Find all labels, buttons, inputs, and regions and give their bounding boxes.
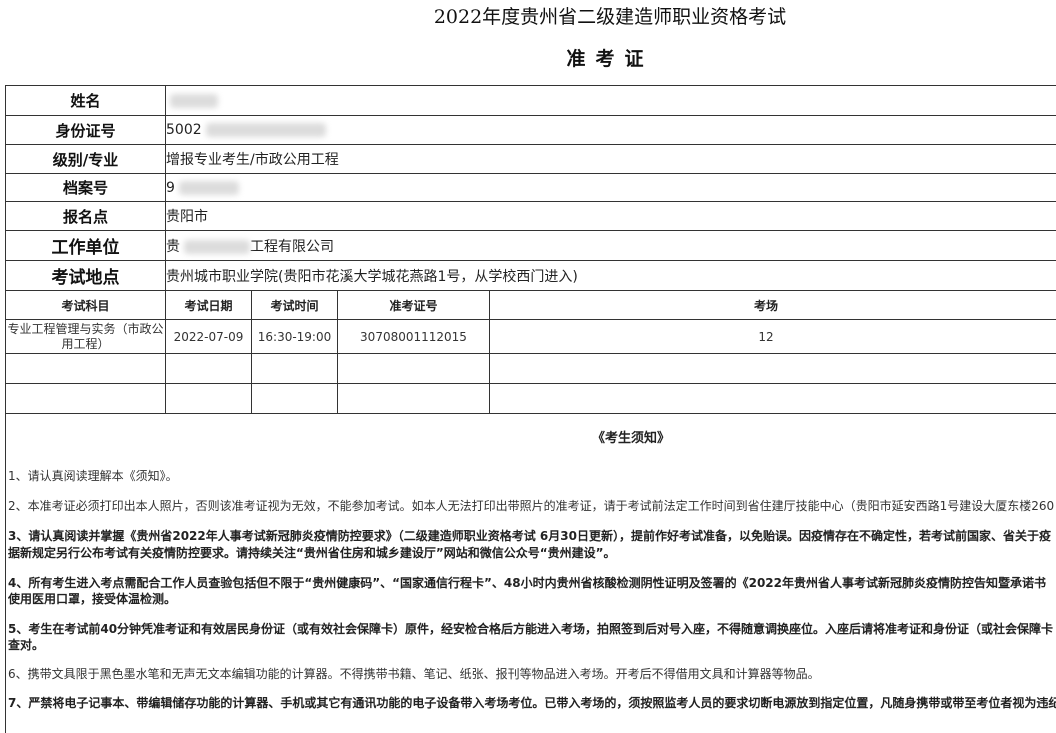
exam-ticket-number: 30708001112015: [338, 320, 490, 354]
redaction-mask: [206, 123, 326, 137]
site-value: 贵阳市: [166, 202, 1056, 231]
table-row: 专业工程管理与实务（市政公用工程） 2022-07-09 16:30-19:00…: [6, 320, 1056, 354]
notice-title: 《考生须知》: [6, 427, 1056, 446]
redaction-mask: [170, 94, 218, 108]
document-title: 2022年度贵州省二级建造师职业资格考试: [0, 2, 1056, 29]
notice-section: 《考生须知》 1、请认真阅读理解本《须知》。 2、本准考证必须打印出本人照片，否…: [5, 413, 1056, 733]
row-file: 档案号 9: [6, 174, 1056, 202]
notice-item: 4、所有考生进入考点需配合工作人员查验包括但不限于“贵州健康码”、“国家通信行程…: [8, 575, 1056, 592]
col-date-header: 考试日期: [166, 291, 252, 320]
name-label: 姓名: [6, 86, 166, 116]
notice-item: 3、请认真阅读并掌握《贵州省2022年人事考试新冠肺炎疫情防控要求》（二级建造师…: [8, 528, 1056, 545]
notice-item: 1、请认真阅读理解本《须知》。: [8, 468, 1056, 485]
notice-item: 5、考生在考试前40分钟凭准考证和有效居民身份证（或有效社会保障卡）原件，经安检…: [8, 621, 1056, 638]
id-value: 5002: [166, 116, 1056, 145]
redaction-mask: [179, 181, 239, 195]
notice-item: 7、严禁将电子记事本、带编辑储存功能的计算器、手机或其它有通讯功能的电子设备带入…: [8, 695, 1056, 712]
row-employer: 工作单位 贵工程有限公司: [6, 231, 1056, 261]
employer-value: 贵工程有限公司: [166, 231, 1056, 261]
row-name: 姓名: [6, 86, 1056, 116]
site-label: 报名点: [6, 202, 166, 231]
table-row-empty: [6, 384, 1056, 414]
redaction-mask: [184, 240, 250, 254]
document-subtitle: 准考证: [0, 44, 1056, 71]
id-label: 身份证号: [6, 116, 166, 145]
employer-label: 工作单位: [6, 231, 166, 261]
location-label: 考试地点: [6, 261, 166, 291]
notice-item: 查对。: [8, 637, 1056, 654]
notice-item: 使用医用口罩，接受体温检测。: [8, 591, 1056, 608]
exam-subject: 专业工程管理与实务（市政公用工程）: [6, 320, 166, 354]
row-id: 身份证号 5002: [6, 116, 1056, 145]
col-subject-header: 考试科目: [6, 291, 166, 320]
notice-item: 据新规定另行公布考试有关疫情防控要求。请持续关注“贵州省住房和城乡建设厅”网站和…: [8, 545, 1056, 562]
exam-room: 12: [490, 320, 1056, 354]
exam-header-row: 考试科目 考试日期 考试时间 准考证号 考场: [6, 291, 1056, 320]
file-value: 9: [166, 174, 1056, 202]
row-site: 报名点 贵阳市: [6, 202, 1056, 231]
exam-date: 2022-07-09: [166, 320, 252, 354]
table-row-empty: [6, 354, 1056, 384]
notice-item: 2、本准考证必须打印出本人照片，否则该准考证视为无效，不能参加考试。如本人无法打…: [8, 498, 1056, 515]
name-value: [166, 86, 1056, 116]
notice-item: 6、携带文具限于黑色墨水笔和无声无文本编辑功能的计算器。不得携带书籍、笔记、纸张…: [8, 666, 1056, 683]
exam-time: 16:30-19:00: [252, 320, 338, 354]
row-level: 级别/专业 增报专业考生/市政公用工程: [6, 145, 1056, 174]
file-label: 档案号: [6, 174, 166, 202]
admission-ticket-table: 姓名 身份证号 5002 级别/专业 增报专业考生/市政公用工程 档案号 9 报…: [5, 85, 1056, 414]
location-value: 贵州城市职业学院(贵阳市花溪大学城花燕路1号，从学校西门进入): [166, 261, 1056, 291]
col-room-header: 考场: [490, 291, 1056, 320]
row-location: 考试地点 贵州城市职业学院(贵阳市花溪大学城花燕路1号，从学校西门进入): [6, 261, 1056, 291]
col-time-header: 考试时间: [252, 291, 338, 320]
level-value: 增报专业考生/市政公用工程: [166, 145, 1056, 174]
level-label: 级别/专业: [6, 145, 166, 174]
col-ticket-header: 准考证号: [338, 291, 490, 320]
